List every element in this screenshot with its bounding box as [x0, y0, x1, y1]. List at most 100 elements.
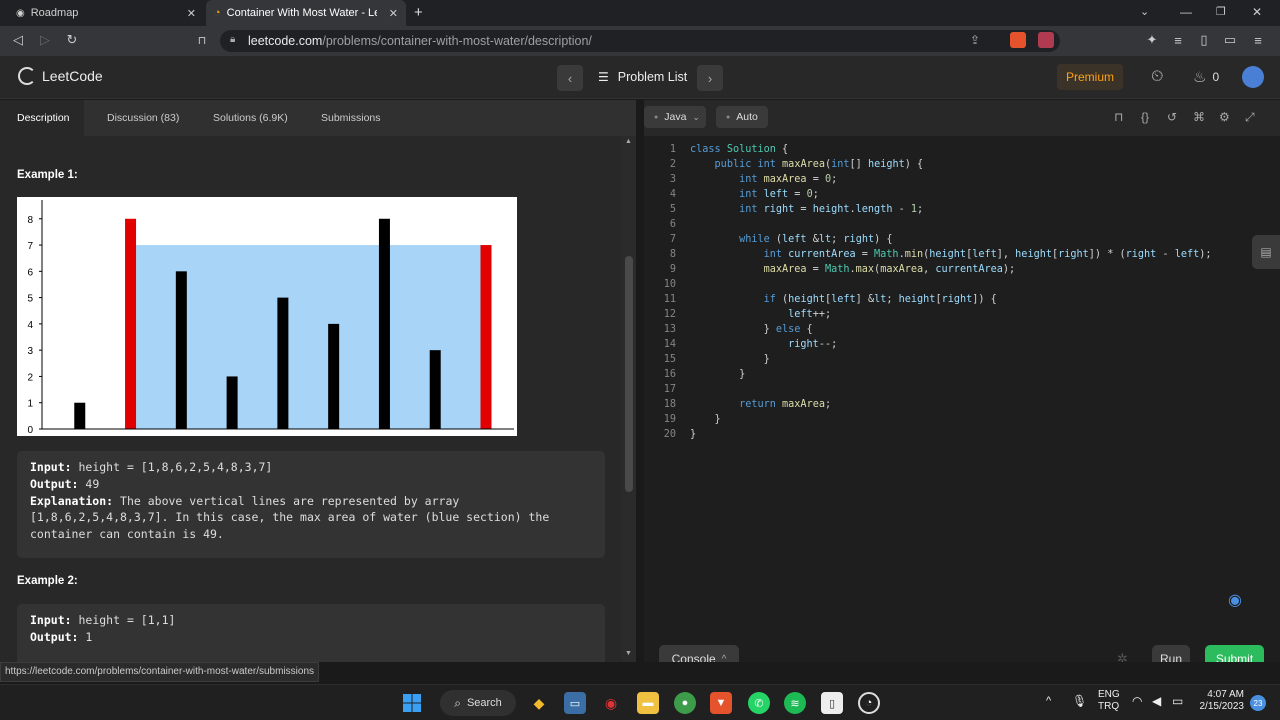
url-field[interactable]: 🔒︎ leetcode.com/problems/container-with-… [220, 30, 1060, 52]
bookmark-icon[interactable]: ⊓ [1114, 110, 1123, 124]
bar [175, 271, 187, 429]
timer-icon[interactable]: ⏲ [1151, 68, 1163, 86]
playlist-icon[interactable]: ≡ [1168, 30, 1188, 50]
notification-badge[interactable]: 23 [1250, 695, 1266, 711]
tab-submissions[interactable]: Submissions [321, 112, 381, 124]
premium-label: Premium [1065, 70, 1114, 84]
line-number: 13 [663, 324, 676, 335]
battery-icon[interactable]: ▭ [1172, 694, 1183, 708]
input-label: Input: [30, 613, 72, 627]
brave-rewards-icon[interactable] [1038, 32, 1054, 48]
premium-button[interactable]: Premium [1057, 64, 1123, 90]
browser-tab-strip: ◉ Roadmap ✕ ◔ Container With Most Water … [0, 0, 1280, 26]
tab-discussion[interactable]: Discussion (83) [107, 112, 179, 124]
close-icon[interactable]: ✕ [389, 7, 398, 20]
y-tick-label: 7 [27, 241, 33, 252]
tray-chevron-up-icon[interactable]: ^ [1046, 695, 1051, 707]
wifi-icon[interactable]: ◠ [1132, 694, 1142, 708]
file-explorer-icon[interactable]: ▬ [637, 692, 659, 714]
windows-start-icon[interactable] [401, 692, 423, 714]
next-problem-button[interactable]: › [697, 65, 723, 91]
clock[interactable]: 4:07 AM 2/15/2023 [1196, 689, 1245, 713]
new-tab-button[interactable]: + [414, 4, 423, 21]
y-tick-label: 1 [27, 399, 33, 410]
game-app-icon[interactable]: ◉ [600, 692, 622, 714]
close-icon[interactable]: ✕ [187, 7, 196, 20]
back-arrow-icon[interactable]: ◁ [8, 30, 28, 50]
panel-divider[interactable] [636, 100, 644, 662]
code-line: return maxArea; [739, 399, 832, 410]
menu-icon[interactable]: ≡ [1248, 30, 1268, 50]
braces-icon[interactable]: {} [1141, 110, 1149, 124]
brave-shield-icon[interactable] [1010, 32, 1026, 48]
input-language[interactable]: ENG TRQ [1098, 689, 1120, 713]
scroll-down-icon[interactable]: ▼ [625, 650, 632, 657]
code-line: } [690, 414, 721, 425]
line-number: 9 [669, 264, 676, 275]
whatsapp-icon[interactable]: ✆ [748, 692, 770, 714]
flame-icon: ♨ [1193, 69, 1207, 86]
binance-icon[interactable]: ◆ [528, 692, 550, 714]
mode-label: Auto [736, 111, 758, 123]
bookmark-icon[interactable]: ⊓ [192, 30, 212, 50]
app-window-icon[interactable]: ▭ [564, 692, 586, 714]
obs-icon[interactable]: ◔ [858, 692, 880, 714]
leetcode-favicon-icon: ◔ [214, 7, 221, 19]
tab-search-chevron-icon[interactable]: ⌄ [1140, 5, 1149, 18]
y-tick-label: 0 [27, 425, 33, 436]
language-select[interactable]: ● Java ⌄ [644, 106, 706, 128]
lock-icon: 🔒︎ [230, 34, 236, 45]
line-number: 15 [663, 354, 676, 365]
browser-tab-roadmap[interactable]: ◉ Roadmap ✕ [8, 0, 204, 26]
bar [328, 323, 340, 429]
microphone-icon[interactable]: 🎙︎ [1072, 694, 1087, 708]
spotify-icon[interactable]: ≋ [784, 692, 806, 714]
volume-icon[interactable]: ◀︎ [1152, 694, 1161, 708]
minimize-button[interactable]: — [1180, 5, 1192, 19]
description-scrollbar[interactable]: ▲ ▼ [622, 136, 636, 662]
document-icon[interactable]: ▯ [821, 692, 843, 714]
problem-list-label: Problem List [617, 70, 688, 84]
sidebar-icon[interactable]: ▯ [1194, 30, 1214, 50]
line-number: 5 [669, 204, 676, 215]
feedback-chat-icon[interactable]: ◉ [1228, 590, 1242, 610]
code-line: if (height[left] &lt; height[right]) { [763, 294, 997, 305]
share-icon[interactable]: ⇪ [970, 33, 980, 47]
clock-date: 2/15/2023 [1199, 701, 1245, 712]
settings-gear-icon[interactable]: ⚙ [1219, 110, 1230, 124]
chrome-icon[interactable]: ● [674, 692, 696, 714]
taskbar-search[interactable]: ⌕ Search [440, 690, 516, 716]
forward-arrow-icon[interactable]: ▷ [35, 30, 55, 50]
highlighted-bar [125, 218, 137, 429]
brave-browser-icon[interactable]: ▼ [710, 692, 732, 714]
browser-tab-leetcode[interactable]: ◔ Container With Most Water - Leet ✕ [206, 0, 406, 26]
scrollbar-thumb[interactable] [625, 256, 633, 492]
bar [74, 402, 86, 429]
line-number: 17 [663, 384, 676, 395]
window-close-button[interactable]: ✕ [1252, 5, 1262, 19]
code-line: } [690, 354, 770, 365]
notes-tab-icon[interactable]: ▤ [1252, 235, 1280, 269]
avatar[interactable] [1242, 66, 1264, 88]
leetcode-logo[interactable]: LeetCode [18, 67, 103, 85]
code-line: int currentArea = Math.min(height[left],… [763, 249, 1212, 260]
shortcuts-icon[interactable]: ⌘ [1193, 110, 1205, 124]
scroll-up-icon[interactable]: ▲ [625, 138, 632, 145]
extensions-icon[interactable]: ✦ [1142, 30, 1162, 50]
line-number: 11 [663, 294, 676, 305]
reload-icon[interactable]: ↻ [62, 30, 82, 50]
code-line: maxArea = Math.max(maxArea, currentArea)… [763, 264, 1016, 275]
maximize-button[interactable]: ❐ [1216, 5, 1226, 18]
mode-select[interactable]: ● Auto [716, 106, 768, 128]
tab-description[interactable]: Description [17, 112, 70, 124]
reset-icon[interactable]: ↺ [1167, 110, 1177, 124]
code-line: while (left &lt; right) { [739, 234, 893, 245]
streak-counter[interactable]: ♨ 0 [1193, 68, 1219, 86]
problem-list-button[interactable]: ☰ Problem List [598, 70, 687, 84]
explanation-text: [1,8,6,2,5,4,8,3,7]. In this case, the m… [30, 510, 550, 525]
url-path: /problems/container-with-most-water/desc… [322, 34, 592, 48]
wallet-icon[interactable]: ▭ [1220, 30, 1240, 50]
fullscreen-icon[interactable]: ⤢ [1245, 110, 1255, 125]
tab-solutions[interactable]: Solutions (6.9K) [213, 112, 288, 124]
prev-problem-button[interactable]: ‹ [557, 65, 583, 91]
